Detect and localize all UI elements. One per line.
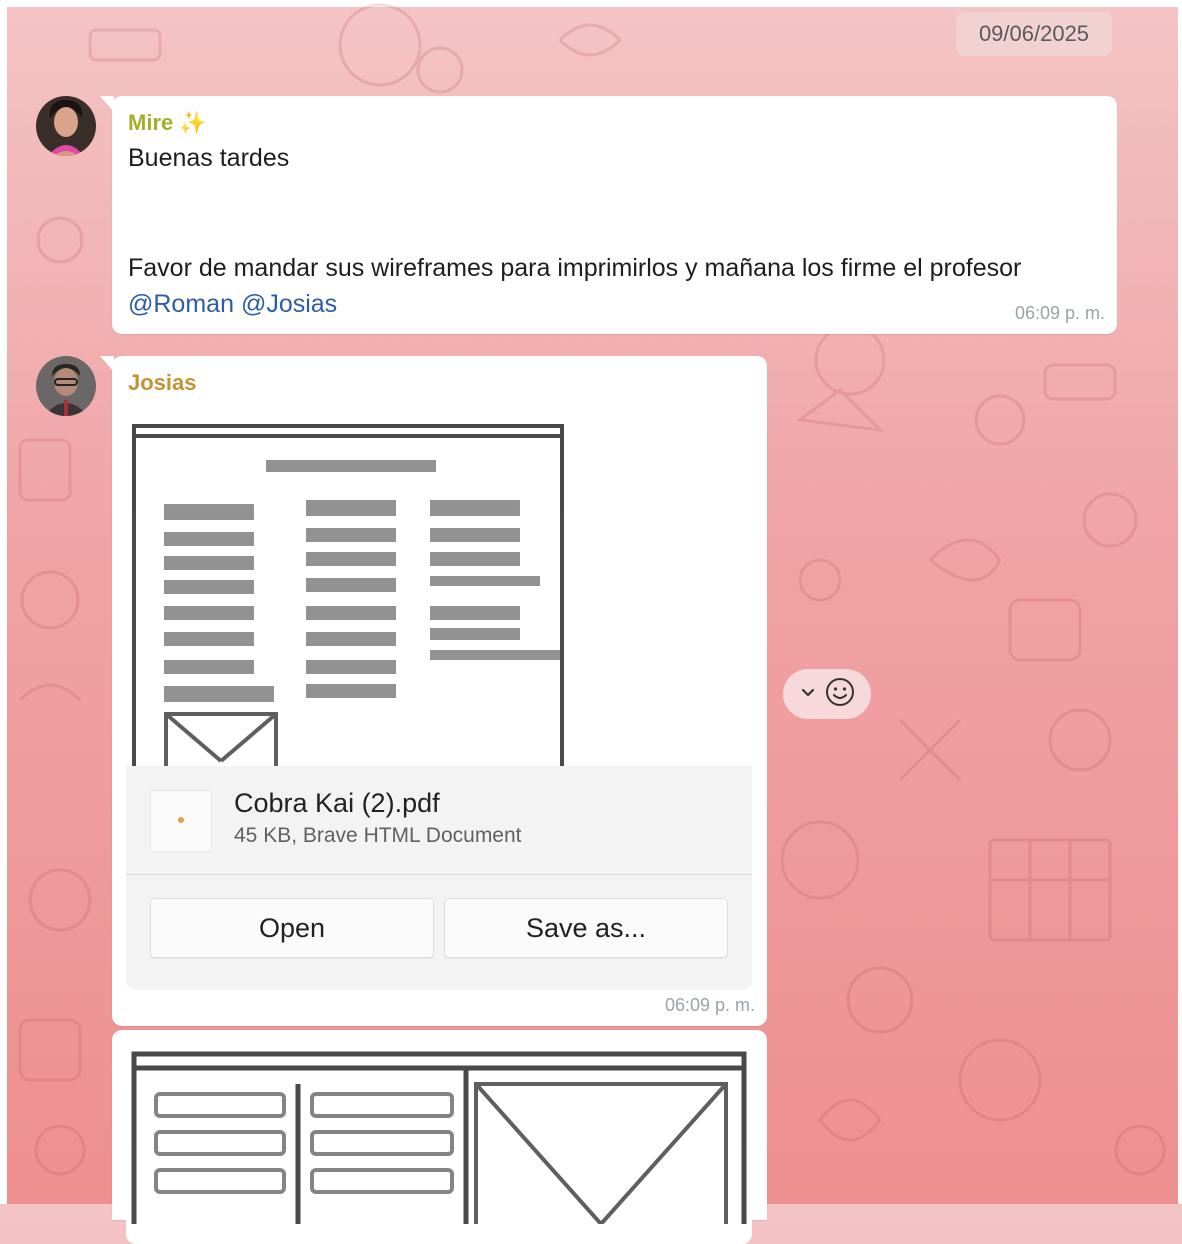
avatar-mire[interactable] (36, 96, 96, 156)
date-text: 09/06/2025 (978, 21, 1090, 46)
save-as-button[interactable]: Save as... (444, 898, 728, 958)
wireframe-thumbnail-2 (131, 1051, 747, 1244)
date-separator: 09/06/2025 (956, 12, 1112, 56)
message-time: 06:09 p. m. (1014, 303, 1105, 323)
message-actions-pill[interactable] (783, 669, 871, 719)
mentions-line: @Roman @Josias (128, 290, 337, 319)
message-bubble-josias[interactable]: Josias Cobra Kai (2).pdf 45 KB, Brave HT… (112, 356, 767, 1026)
file-meta: 45 KB, Brave HTML Document (234, 824, 522, 847)
open-button[interactable]: Open (150, 898, 434, 958)
sparkles-icon: ✨ (179, 110, 207, 135)
message-time: 06:09 p. m. (664, 995, 755, 1015)
document-card[interactable] (126, 1044, 752, 1244)
file-name: Cobra Kai (2).pdf (234, 788, 440, 818)
file-badge-dot (178, 817, 184, 823)
avatar-josias[interactable] (36, 356, 96, 416)
file-info-row[interactable]: Cobra Kai (2).pdf 45 KB, Brave HTML Docu… (126, 766, 752, 874)
sender-name[interactable]: Mire ✨ (128, 110, 207, 136)
sender-name[interactable]: Josias (128, 370, 197, 396)
message-bubble-mire[interactable]: Mire ✨ Buenas tardes Favor de mandar sus… (112, 96, 1117, 334)
file-icon (150, 790, 212, 852)
document-card[interactable]: Cobra Kai (2).pdf 45 KB, Brave HTML Docu… (126, 416, 752, 990)
chevron-down-icon[interactable] (799, 683, 817, 706)
smiley-icon[interactable] (825, 677, 855, 712)
card-divider (126, 874, 752, 875)
message-line-2: Favor de mandar sus wireframes para impr… (128, 254, 1022, 282)
mention-josias[interactable]: @Josias (241, 290, 337, 318)
message-bubble-document-2[interactable] (112, 1030, 767, 1244)
message-line-1: Buenas tardes (128, 144, 290, 172)
document-preview[interactable] (126, 416, 752, 776)
wireframe-thumbnail (132, 424, 564, 776)
mention-roman[interactable]: @Roman (128, 290, 234, 318)
